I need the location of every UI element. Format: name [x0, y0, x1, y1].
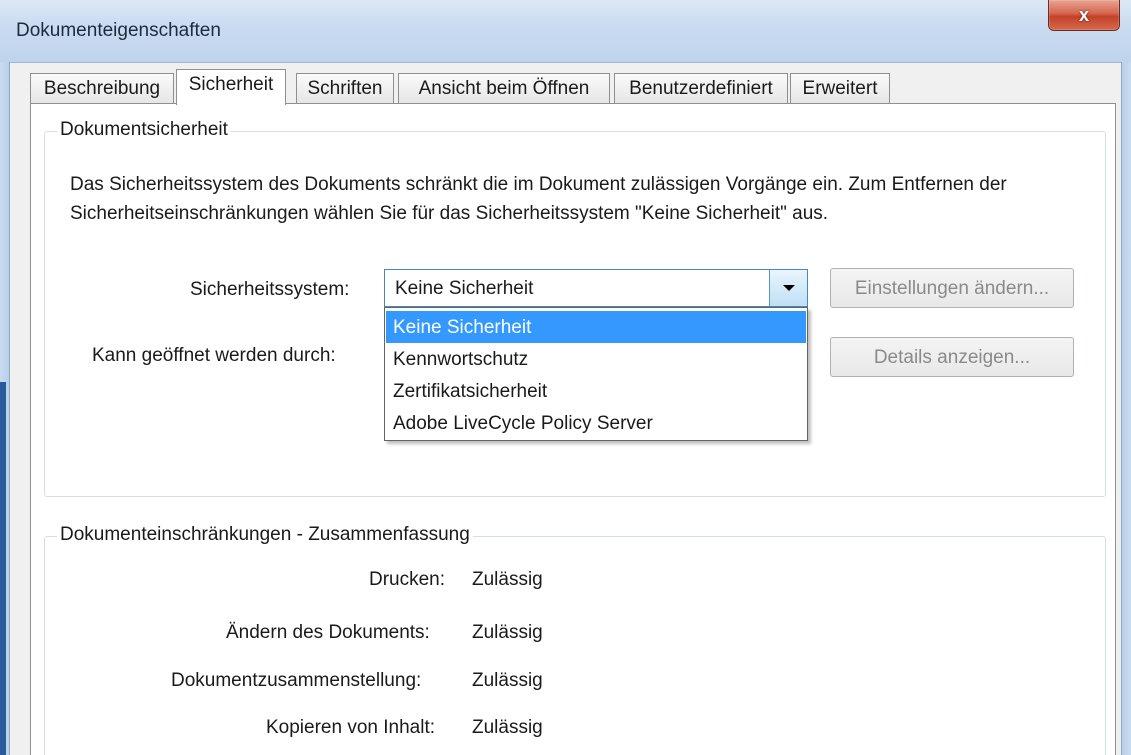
tab-benutzerdefiniert[interactable]: Benutzerdefiniert: [614, 73, 788, 103]
tab-sicherheit[interactable]: Sicherheit: [176, 69, 286, 105]
restriction-label-kopieren: Kopieren von Inhalt:: [266, 717, 436, 738]
tab-label: Benutzerdefiniert: [629, 78, 773, 99]
restriction-value-kopieren: Zulässig: [472, 717, 543, 738]
close-button[interactable]: x: [1048, 0, 1120, 31]
background-window-edge: [0, 382, 6, 755]
restriction-value-aendern: Zulässig: [472, 622, 543, 643]
restriction-value-drucken: Zulässig: [472, 569, 543, 590]
option-keine-sicherheit[interactable]: Keine Sicherheit: [386, 311, 806, 343]
document-properties-dialog: Dokumenteigenschaften x Beschreibung Sic…: [0, 0, 1131, 755]
close-icon: x: [1078, 4, 1089, 25]
option-adobe-livecycle-policy-server[interactable]: Adobe LiveCycle Policy Server: [386, 407, 806, 439]
tab-beschreibung[interactable]: Beschreibung: [30, 73, 174, 103]
security-description: Das Sicherheitssystem des Dokuments schr…: [70, 174, 1007, 224]
option-zertifikatsicherheit[interactable]: Zertifikatsicherheit: [386, 375, 806, 407]
tab-label: Ansicht beim Öffnen: [418, 78, 590, 99]
window-frame-left: [0, 62, 10, 755]
window-title: Dokumenteigenschaften: [16, 20, 221, 41]
security-system-combobox[interactable]: Keine Sicherheit: [384, 269, 808, 307]
document-restrictions-group: [44, 536, 1106, 755]
restriction-label-aendern: Ändern des Dokuments:: [226, 622, 430, 643]
tab-erweitert[interactable]: Erweitert: [790, 73, 890, 103]
tab-label: Sicherheit: [188, 74, 274, 95]
restriction-value-zusammenstellung: Zulässig: [472, 670, 543, 691]
restriction-label-zusammenstellung: Dokumentzusammenstellung:: [171, 670, 422, 691]
tab-ansicht-beim-oeffnen[interactable]: Ansicht beim Öffnen: [398, 73, 610, 103]
restriction-label-drucken: Drucken:: [369, 569, 446, 590]
show-details-button[interactable]: Details anzeigen...: [830, 337, 1074, 377]
chevron-down-icon: [782, 285, 795, 291]
document-restrictions-group-title: Dokumenteinschränkungen - Zusammenfassun…: [57, 524, 473, 546]
option-kennwortschutz[interactable]: Kennwortschutz: [386, 343, 806, 375]
change-settings-button[interactable]: Einstellungen ändern...: [830, 268, 1074, 308]
title-bar[interactable]: Dokumenteigenschaften x: [0, 0, 1131, 63]
security-system-label: Sicherheitssystem:: [190, 279, 350, 300]
security-system-dropdown-list: Keine Sicherheit Kennwortschutz Zertifik…: [384, 307, 808, 441]
document-security-group-title: Dokumentsicherheit: [57, 119, 231, 141]
security-system-value: Keine Sicherheit: [395, 278, 534, 299]
tab-label: Beschreibung: [43, 78, 161, 99]
can-be-opened-by-label: Kann geöffnet werden durch:: [92, 345, 336, 366]
tab-label: Erweitert: [802, 78, 878, 99]
window-frame-right: [1121, 62, 1131, 755]
tab-label: Schriften: [307, 78, 383, 99]
tab-schriften[interactable]: Schriften: [296, 73, 394, 103]
dropdown-button[interactable]: [769, 270, 807, 306]
